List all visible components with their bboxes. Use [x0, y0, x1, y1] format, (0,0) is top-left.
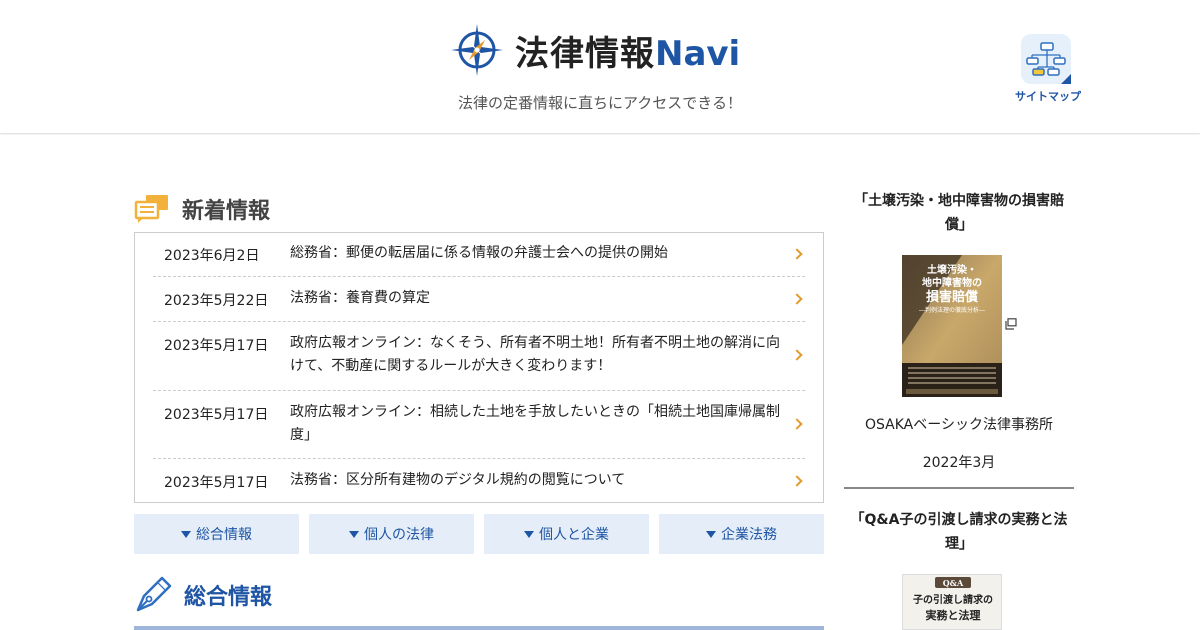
chevron-right-icon — [791, 293, 803, 305]
triangle-down-icon — [524, 530, 534, 538]
section-divider — [134, 626, 824, 630]
book-date: 2022年3月 — [922, 455, 996, 471]
chevron-right-icon — [791, 418, 803, 430]
triangle-down-icon — [181, 530, 191, 538]
chevron-right-icon — [791, 349, 803, 361]
news-item[interactable]: 2023年5月17日 政府広報オンライン：なくそう、所有者不明土地！所有者不明土… — [153, 322, 805, 391]
chevron-right-icon — [791, 248, 803, 260]
page-content: 新着情報 2023年6月2日 総務省：郵便の転居届に係る情報の弁護士会への提供の… — [0, 135, 1200, 630]
external-link-icon[interactable] — [1005, 318, 1017, 330]
site-logo[interactable]: 法律情報Navi — [449, 22, 740, 78]
tab-label: 個人の法律 — [364, 527, 434, 543]
site-header: 法律情報Navi 法律の定番情報に直ちにアクセスできる！ サイトマップ — [0, 0, 1200, 134]
book-cover-image[interactable]: Q&A 子の引渡し請求の 実務と法理 — [902, 574, 1002, 630]
cover-line: ―判例法理の徹底分析― — [919, 306, 985, 314]
compass-icon — [451, 24, 503, 76]
pen-nib-icon — [136, 576, 172, 612]
tab-general[interactable]: 総合情報 — [134, 514, 299, 554]
news-heading-text: 新着情報 — [182, 199, 271, 224]
book-publisher: OSAKAベーシック法律事務所 — [865, 417, 1053, 433]
chevron-right-icon — [791, 475, 803, 487]
triangle-down-icon — [349, 530, 359, 538]
logo-wordmark: 法律情報Navi — [515, 26, 740, 75]
chat-bubbles-icon — [134, 195, 168, 223]
news-title: 法務省：区分所有建物のデジタル規約の閲覧について — [290, 472, 626, 488]
cover-line: 実務と法理 — [926, 608, 981, 622]
general-heading: 総合情報 — [134, 576, 272, 614]
news-title: 政府広報オンライン：相続した土地を手放したいときの「相続土地国庫帰属制度」 — [290, 404, 780, 443]
cover-line: 土壌汚染・ — [927, 263, 977, 276]
news-title: 法務省：養育費の算定 — [290, 290, 430, 306]
news-date: 2023年6月2日 — [164, 248, 260, 264]
news-date: 2023年5月17日 — [164, 475, 269, 491]
news-title: 総務省：郵便の転居届に係る情報の弁護士会への提供の開始 — [290, 245, 668, 261]
book-cover-image[interactable]: 土壌汚染・ 地中障害物の 損害賠償 ―判例法理の徹底分析― — [902, 255, 1002, 397]
cover-line: 地中障害物の — [922, 276, 982, 289]
news-item[interactable]: 2023年6月2日 総務省：郵便の転居届に係る情報の弁護士会への提供の開始 — [153, 233, 805, 277]
sitemap-button[interactable]: サイトマップ — [1015, 34, 1081, 106]
news-item[interactable]: 2023年5月22日 法務省：養育費の算定 — [153, 277, 805, 322]
news-date: 2023年5月17日 — [164, 407, 269, 423]
general-heading-text: 総合情報 — [184, 585, 273, 610]
book-cover-art: Q&A 子の引渡し請求の 実務と法理 — [903, 575, 1001, 629]
logo-text-jp: 法律情報 — [515, 33, 655, 74]
sidebar-divider — [844, 487, 1074, 489]
category-tabs: 総合情報 個人の法律 個人と企業 企業法務 — [134, 514, 824, 554]
cover-line: 損害賠償 — [926, 289, 979, 305]
book-title[interactable]: 「Q&A子の引渡し請求の実務と法理」 — [844, 508, 1074, 556]
tab-personal-and-business[interactable]: 個人と企業 — [484, 514, 649, 554]
tab-label: 企業法務 — [721, 527, 777, 543]
news-heading: 新着情報 — [134, 193, 270, 225]
news-title: 政府広報オンライン：なくそう、所有者不明土地！所有者不明土地の解消に向けて、不動… — [290, 335, 780, 374]
news-list: 2023年6月2日 総務省：郵便の転居届に係る情報の弁護士会への提供の開始 20… — [134, 232, 824, 503]
news-item[interactable]: 2023年5月17日 政府広報オンライン：相続した土地を手放したいときの「相続土… — [153, 391, 805, 459]
sidebar: 「土壌汚染・地中障害物の損害賠償」 土壌汚染・ 地中障害物の 損害賠償 ―判例法… — [844, 135, 1074, 630]
triangle-down-icon — [706, 530, 716, 538]
tab-personal-law[interactable]: 個人の法律 — [309, 514, 474, 554]
sitemap-icon — [1026, 42, 1071, 84]
tab-label: 総合情報 — [196, 527, 252, 543]
tab-label: 個人と企業 — [539, 527, 609, 543]
logo-text-navi: Navi — [655, 33, 741, 74]
tab-corporate-law[interactable]: 企業法務 — [659, 514, 824, 554]
sitemap-label: サイトマップ — [1015, 90, 1081, 103]
cover-line: Q&A — [943, 578, 964, 588]
book-title[interactable]: 「土壌汚染・地中障害物の損害賠償」 — [844, 189, 1074, 237]
news-date: 2023年5月22日 — [164, 293, 269, 309]
news-item[interactable]: 2023年5月17日 法務省：区分所有建物のデジタル規約の閲覧について — [153, 459, 805, 503]
book-cover-art: 土壌汚染・ 地中障害物の 損害賠償 ―判例法理の徹底分析― — [902, 255, 1002, 397]
cover-line: 子の引渡し請求の — [913, 593, 993, 606]
sitemap-icon-box — [1021, 34, 1071, 84]
news-date: 2023年5月17日 — [164, 338, 269, 354]
